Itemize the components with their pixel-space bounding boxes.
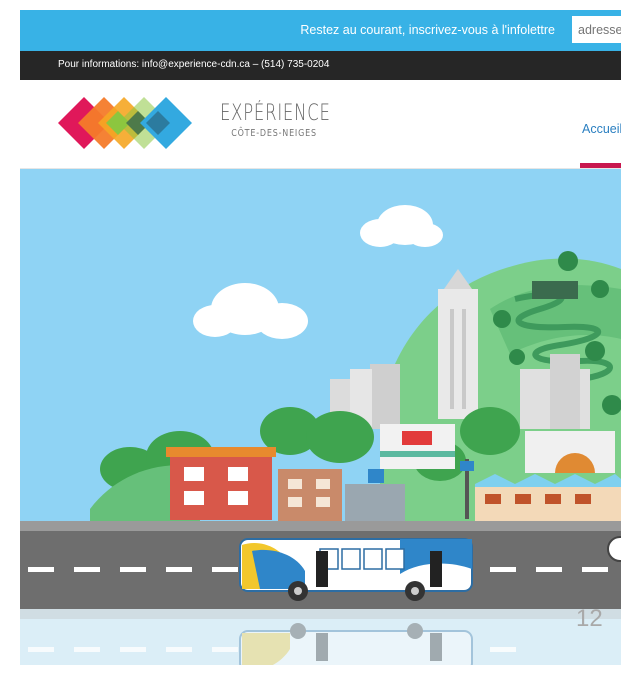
newsletter-bar: Restez au courant, inscrivez-vous à l'in… bbox=[20, 10, 621, 51]
nav-active-indicator bbox=[580, 163, 621, 168]
website-frame: Restez au courant, inscrivez-vous à l'in… bbox=[20, 10, 621, 665]
logo-wordmark[interactable]: EXPÉRIENCE CÔTE-DES-NEIGES bbox=[220, 101, 370, 140]
slide-page-number: 12 bbox=[576, 605, 603, 632]
logo-title: EXPÉRIENCE bbox=[220, 101, 331, 126]
hero-illustration bbox=[20, 169, 621, 665]
logo-diamonds-icon[interactable] bbox=[58, 95, 194, 151]
contact-info: Pour informations: info@experience-cdn.c… bbox=[58, 59, 330, 70]
contact-bar: Pour informations: info@experience-cdn.c… bbox=[20, 51, 621, 80]
nav-item-accueil[interactable]: Accueil bbox=[582, 122, 621, 136]
city-illustration bbox=[20, 169, 621, 665]
site-header: EXPÉRIENCE CÔTE-DES-NEIGES Accueil bbox=[20, 80, 621, 169]
newsletter-text: Restez au courant, inscrivez-vous à l'in… bbox=[300, 23, 555, 37]
logo-subtitle: CÔTE-DES-NEIGES bbox=[231, 128, 317, 139]
newsletter-email-input[interactable] bbox=[572, 16, 621, 43]
bus-icon bbox=[239, 538, 473, 601]
